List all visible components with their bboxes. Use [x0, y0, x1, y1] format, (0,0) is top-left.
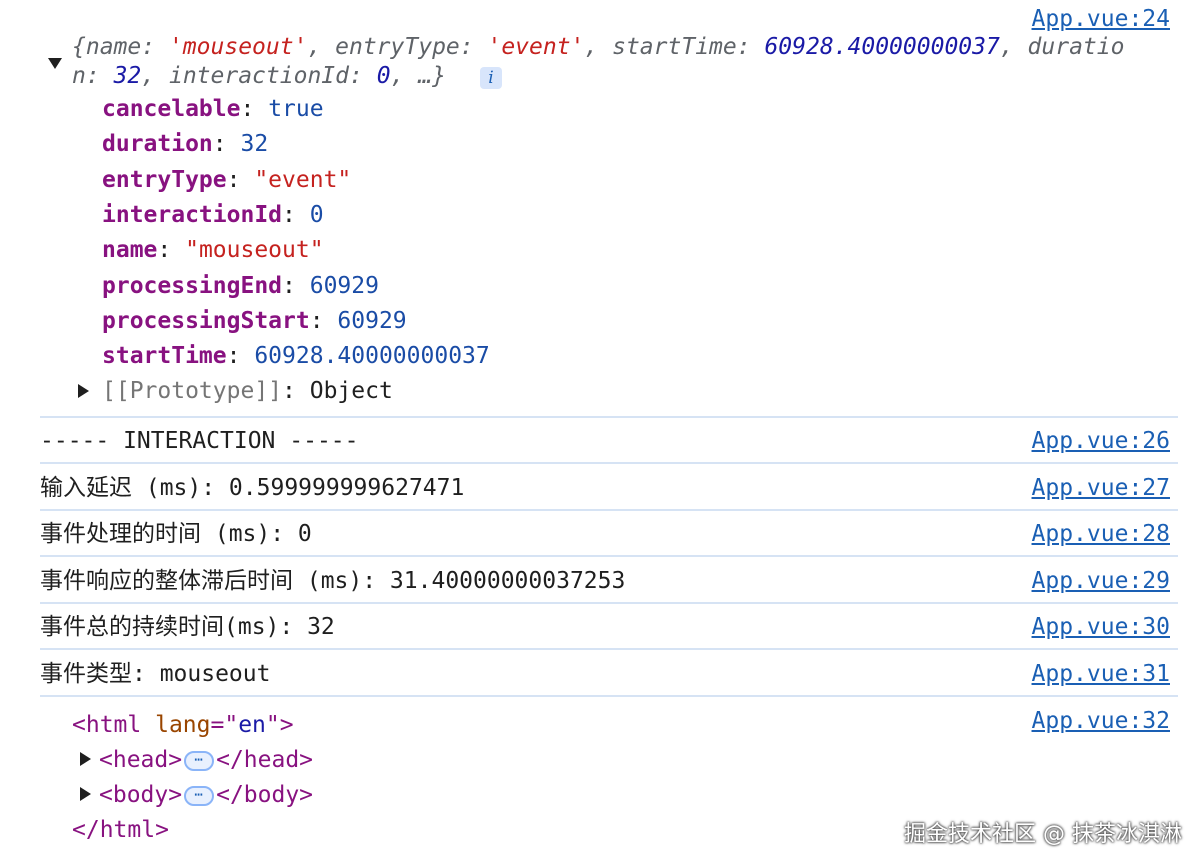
- source-link-app-vue-26[interactable]: App.vue:26: [1032, 426, 1170, 456]
- html-close-tag: </html>: [72, 817, 169, 843]
- property-separator: :: [212, 131, 241, 158]
- property-value: 60928.40000000037: [254, 343, 490, 370]
- log-message-3: 事件处理的时间 (ms): 0: [40, 521, 312, 547]
- preview-tail: , …}: [390, 63, 446, 89]
- prototype-row[interactable]: [[Prototype]]: Object: [102, 376, 393, 406]
- source-link-app-vue-29[interactable]: App.vue:29: [1032, 566, 1170, 596]
- row-divider: [40, 648, 1178, 650]
- property-row-starttime[interactable]: startTime: 60928.40000000037: [102, 341, 490, 371]
- body-element[interactable]: <body> ⋯ </body>: [99, 780, 313, 810]
- prototype-value: Object: [309, 378, 393, 404]
- row-divider: [40, 462, 1178, 464]
- source-link-app-vue-24[interactable]: App.vue:24: [1032, 4, 1170, 34]
- property-separator: :: [226, 166, 255, 193]
- row-divider: [40, 416, 1178, 418]
- preview-val-entrytype: 'event': [487, 34, 585, 60]
- preview-key-duration-part1: duratio: [1027, 34, 1125, 60]
- log-message-2: 输入延迟 (ms): 0.599999999627471: [40, 474, 465, 501]
- info-icon[interactable]: i: [480, 67, 502, 89]
- property-row-interactionid[interactable]: interactionId: 0: [102, 200, 324, 230]
- preview-brace: {: [72, 34, 86, 60]
- property-row-duration[interactable]: duration: 32: [102, 129, 268, 159]
- property-key: processingStart: [102, 307, 310, 334]
- preview-val-starttime: 60928.40000000037: [764, 34, 1000, 60]
- property-separator: :: [282, 272, 310, 299]
- expand-prototype-toggle-icon[interactable]: [78, 384, 89, 398]
- row-divider: [40, 694, 1178, 697]
- property-row-processingstart[interactable]: processingStart: 60929: [102, 306, 407, 336]
- property-value: true: [268, 96, 324, 122]
- html-open-tag: <html: [72, 712, 142, 738]
- expand-head-toggle-icon[interactable]: [80, 752, 91, 766]
- html-element-open[interactable]: <html lang="en">: [72, 710, 294, 740]
- source-link-app-vue-31[interactable]: App.vue:31: [1032, 659, 1170, 689]
- property-separator: :: [282, 201, 310, 228]
- source-link-app-vue-28[interactable]: App.vue:28: [1032, 519, 1170, 549]
- property-key: cancelable: [102, 96, 241, 122]
- log-message-5: 事件总的持续时间(ms): 32: [40, 614, 335, 640]
- property-value: 0: [309, 201, 324, 228]
- body-open-tag: <body>: [99, 782, 183, 808]
- row-divider: [40, 601, 1178, 604]
- attr-eq: =": [210, 712, 239, 738]
- preview-val-interactionid: 0: [376, 63, 391, 89]
- prototype-key: [[Prototype]]: [102, 378, 283, 404]
- collapse-object-toggle-icon[interactable]: [48, 58, 62, 69]
- property-separator: :: [309, 307, 338, 334]
- preview-val-name: 'mouseout': [168, 34, 308, 60]
- property-value: 60929: [309, 272, 379, 299]
- log-message-4: 事件响应的整体滞后时间 (ms): 31.40000000037253: [40, 567, 626, 594]
- preview-key-duration-part2: n: [72, 63, 86, 89]
- property-key: name: [102, 237, 158, 264]
- property-separator: :: [157, 237, 186, 264]
- row-divider: [40, 508, 1178, 511]
- preview-key-starttime: startTime: [612, 34, 737, 60]
- preview-key-interactionid: interactionId: [168, 63, 349, 89]
- log-message-6: 事件类型: mouseout: [40, 660, 271, 687]
- head-collapsed-ellipsis-icon[interactable]: ⋯: [184, 750, 215, 771]
- property-value: "mouseout": [185, 237, 324, 264]
- source-link-app-vue-32[interactable]: App.vue:32: [1032, 706, 1170, 736]
- property-row-cancelable[interactable]: cancelable: true: [102, 94, 324, 124]
- property-separator: :: [226, 343, 255, 370]
- source-link-app-vue-27[interactable]: App.vue:27: [1032, 473, 1170, 503]
- property-key: interactionId: [102, 201, 283, 228]
- object-preview-line-2[interactable]: n: 32, interactionId: 0, …}: [72, 61, 446, 91]
- property-value: 60929: [337, 307, 407, 334]
- expand-body-toggle-icon[interactable]: [80, 787, 91, 801]
- preview-key-entrytype: entryType: [335, 34, 460, 60]
- lang-attr-value: en: [238, 712, 266, 738]
- watermark: 掘金技术社区 @ 抹茶冰淇淋: [904, 822, 1182, 847]
- property-row-processingend[interactable]: processingEnd: 60929: [102, 271, 379, 301]
- property-row-entrytype[interactable]: entryType: "event": [102, 165, 351, 195]
- head-open-tag: <head>: [99, 747, 183, 773]
- property-value: 32: [240, 131, 269, 158]
- row-divider: [40, 555, 1178, 557]
- property-row-name[interactable]: name: "mouseout": [102, 235, 324, 265]
- property-key: startTime: [102, 343, 227, 370]
- log-message-1: ----- INTERACTION -----: [40, 428, 359, 454]
- preview-key-name: name: [85, 34, 142, 60]
- property-key: entryType: [102, 166, 227, 193]
- lang-attr-name: lang: [155, 712, 211, 738]
- preview-val-duration: 32: [113, 63, 142, 89]
- property-key: duration: [102, 131, 213, 158]
- body-collapsed-ellipsis-icon[interactable]: ⋯: [184, 785, 215, 806]
- object-preview-line-1[interactable]: {name: 'mouseout', entryType: 'event', s…: [72, 32, 1124, 62]
- source-link-app-vue-30[interactable]: App.vue:30: [1032, 612, 1170, 642]
- head-element[interactable]: <head> ⋯ </head>: [99, 745, 313, 775]
- body-close-tag: </body>: [216, 782, 314, 808]
- property-value: "event": [254, 166, 352, 193]
- attr-close: ">: [265, 712, 294, 738]
- head-close-tag: </head>: [216, 747, 314, 773]
- property-separator: :: [240, 96, 269, 122]
- property-key: processingEnd: [102, 272, 283, 299]
- html-element-close: </html>: [72, 815, 169, 845]
